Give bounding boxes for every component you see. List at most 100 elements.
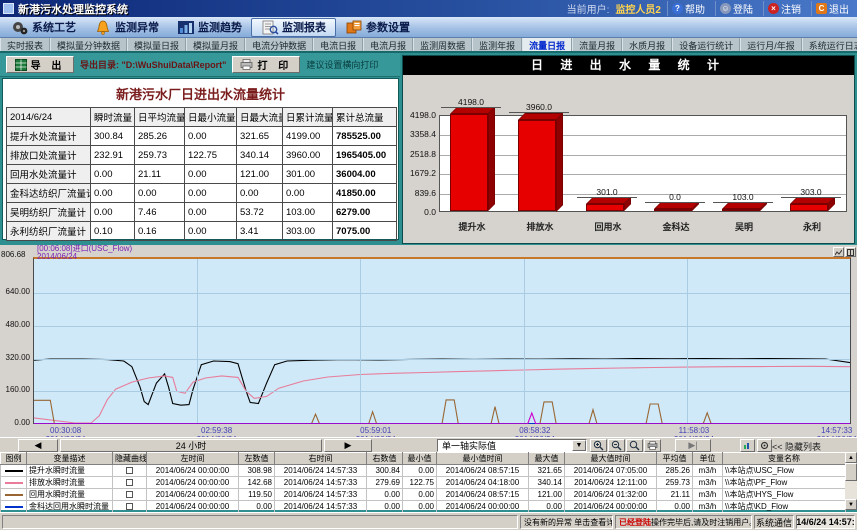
table-vertical-scrollbar[interactable]: ▲ ▼ xyxy=(845,452,857,510)
trend-controls-bar: ◀ 24 小时 ▶ 单一轴实际值 ▼ ▶| << 隐藏列表 xyxy=(0,437,857,452)
print-trend-button[interactable] xyxy=(644,439,661,452)
bar-face xyxy=(790,204,828,211)
hide-curve-checkbox[interactable] xyxy=(126,491,133,498)
bar-category-label: 提升水 xyxy=(437,220,507,233)
subtab-analog-monthly[interactable]: 模拟量月报 xyxy=(186,38,245,51)
export-button[interactable]: 导 出 xyxy=(6,56,74,73)
print-button[interactable]: 打 印 xyxy=(232,56,300,73)
hide-curve-checkbox[interactable] xyxy=(126,467,133,474)
chart-tool-button[interactable] xyxy=(740,439,755,452)
status-alarm-message[interactable]: 没有新的异常 单击查看详细信息 xyxy=(520,515,613,529)
subtab-analog-minute-data[interactable]: 模拟量分钟数据 xyxy=(50,38,127,51)
variable-row[interactable]: 回用水瞬时流量2014/06/24 00:00:00119.502014/06/… xyxy=(1,489,846,501)
trend-ytick-label: 160.00 xyxy=(0,385,30,394)
stats-row: 吴明纺织厂流量计0.007.460.0053.72103.006279.00 xyxy=(7,203,397,222)
variable-row[interactable]: 提升水瞬时流量2014/06/24 00:00:00308.982014/06/… xyxy=(1,465,846,477)
scroll-thumb[interactable] xyxy=(845,463,857,481)
hide-curve-checkbox[interactable] xyxy=(126,479,133,486)
bar-category-label: 金科达 xyxy=(641,220,711,233)
trend-ymax-label: 806.68 xyxy=(1,250,25,259)
subtab-current-minute-data[interactable]: 电流分钟数据 xyxy=(245,38,313,51)
subtab-run-month-year[interactable]: 运行月/年报 xyxy=(740,38,802,51)
logout-button[interactable]: ×注销 xyxy=(763,1,805,16)
subtab-equipment-stats[interactable]: 设备运行统计 xyxy=(672,38,740,51)
bar-face xyxy=(488,107,495,211)
hide-curve-checkbox[interactable] xyxy=(126,503,133,510)
stats-row: 提升水处流量计300.84285.260.00321.654199.007855… xyxy=(7,127,397,146)
bar-gridline xyxy=(440,135,846,136)
trend-vgrid xyxy=(360,259,361,423)
menu-item-parameter-settings[interactable]: 参数设置 xyxy=(336,18,419,37)
stats-row: 排放口处流量计232.91259.73122.75340.143960.0019… xyxy=(7,146,397,165)
help-button[interactable]: ?帮助 xyxy=(667,1,709,16)
zoom-out-button[interactable] xyxy=(608,439,625,452)
menu-item-monitor-trend[interactable]: 监测趋势 xyxy=(168,18,251,37)
combo-arrow-icon[interactable]: ▼ xyxy=(572,440,586,451)
bar-category-label: 永利 xyxy=(777,220,847,233)
login-button[interactable]: ☺登陆 xyxy=(715,1,757,16)
exit-button[interactable]: C退出 xyxy=(811,1,853,16)
status-comm: 系统通信 xyxy=(754,515,794,529)
small-printer-icon xyxy=(647,441,658,450)
scroll-up-arrow[interactable]: ▲ xyxy=(845,452,857,463)
bar-value-label: 301.0 xyxy=(577,187,637,198)
bar-gridline xyxy=(440,174,846,175)
bar-value-label: 0.0 xyxy=(645,192,705,203)
bar-face xyxy=(586,204,624,211)
zoom-in-button[interactable] xyxy=(590,439,607,452)
subtab-flow-daily[interactable]: 流量日报 xyxy=(522,38,572,51)
bar-face xyxy=(450,114,488,211)
subtab-current-daily[interactable]: 电流日报 xyxy=(313,38,363,51)
bar-value-label: 303.0 xyxy=(781,187,841,198)
scroll-right-button[interactable]: ▶ xyxy=(324,439,372,452)
status-datetime: 2014/6/24 14:57:34 xyxy=(796,515,855,529)
play-button[interactable]: ▶| xyxy=(675,439,711,452)
zoom-out-icon xyxy=(611,440,622,451)
subtab-monitor-yearly[interactable]: 监测年报 xyxy=(472,38,522,51)
excel-icon xyxy=(15,59,27,71)
variable-row[interactable]: 排放水瞬时流量2014/06/24 00:00:00142.682014/06/… xyxy=(1,477,846,489)
zoom-reset-button[interactable] xyxy=(626,439,643,452)
trend-hgrid xyxy=(34,359,850,360)
subtab-system-log[interactable]: 系统运行日志 xyxy=(802,38,857,51)
trend-mini-button-1[interactable] xyxy=(833,247,844,257)
bar-category-label: 回用水 xyxy=(573,220,643,233)
menu-item-monitor-alarm[interactable]: 监测异常 xyxy=(85,18,168,37)
stats-table: 2014/6/24 瞬时流量 日平均流量 日最小流量 日最大流量 日累计流量 累… xyxy=(6,107,397,241)
bar-排放水 xyxy=(518,112,564,212)
trend-series-提升水瞬时流量 xyxy=(34,359,850,406)
tiny-gear-icon xyxy=(760,441,769,450)
scroll-left-button[interactable]: ◀ xyxy=(18,439,58,452)
variable-row[interactable]: 金科达回用水瞬时流量2014/06/24 00:00:000.002014/06… xyxy=(1,501,846,513)
zoom-in-icon xyxy=(593,440,604,451)
subtab-current-monthly[interactable]: 电流月报 xyxy=(363,38,413,51)
time-range-button[interactable]: 24 小时 xyxy=(60,439,322,452)
trend-curves xyxy=(34,259,850,424)
scroll-down-arrow[interactable]: ▼ xyxy=(845,499,857,510)
bar-ytick-label: 3358.4 xyxy=(403,129,436,139)
bar-ytick-label: 1679.2 xyxy=(403,168,436,178)
subtab-water-quality-monthly[interactable]: 水质月报 xyxy=(622,38,672,51)
trend-hgrid xyxy=(34,326,850,327)
subtab-realtime-report[interactable]: 实时报表 xyxy=(0,38,50,51)
trend-hgrid xyxy=(34,391,850,392)
stats-row: 永利纺织厂流量计0.100.160.003.41303.007075.00 xyxy=(7,222,397,241)
subtab-monitor-weekly-data[interactable]: 监测周数据 xyxy=(413,38,472,51)
settings-icon xyxy=(345,20,363,35)
user-icon: ☺ xyxy=(720,3,731,14)
trend-mini-button-2[interactable] xyxy=(845,247,856,257)
menu-item-system-process[interactable]: 系统工艺 xyxy=(2,18,85,37)
subtab-flow-monthly[interactable]: 流量月报 xyxy=(572,38,622,51)
bar-chart-area: 4198.03358.42518.81679.2839.60.04198.0提升… xyxy=(403,75,854,243)
bar-face xyxy=(654,209,692,211)
app-icon xyxy=(3,3,14,14)
subtab-analog-daily[interactable]: 模拟量日报 xyxy=(127,38,186,51)
bar-提升水 xyxy=(450,106,496,211)
trend-plot xyxy=(33,257,851,424)
current-user-label: 当前用户: xyxy=(567,1,610,16)
bar-value-label: 4198.0 xyxy=(441,97,501,108)
help-icon: ? xyxy=(672,3,683,14)
menu-item-monitor-report[interactable]: 监测报表 xyxy=(251,18,336,37)
settings-tool-button[interactable] xyxy=(757,439,772,452)
axis-mode-select[interactable]: 单一轴实际值 ▼ xyxy=(437,439,587,452)
